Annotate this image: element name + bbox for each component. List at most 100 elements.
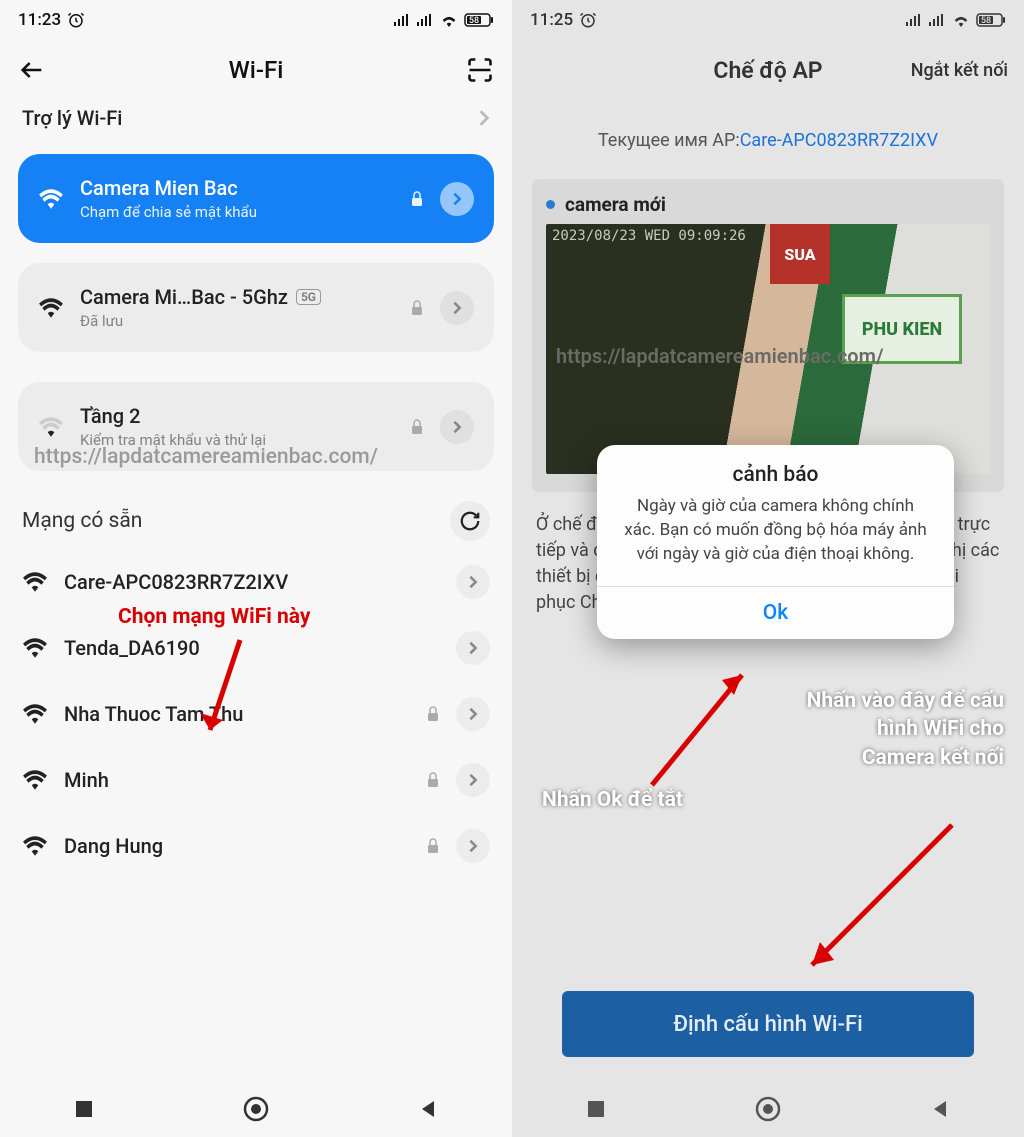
network-details-button[interactable] (440, 182, 474, 216)
network-row[interactable]: Nha Thuoc Tam Thu (0, 681, 512, 747)
wifi-icon (38, 188, 64, 210)
chevron-right-icon (478, 109, 490, 127)
alarm-icon (67, 11, 85, 29)
signal-icon (393, 13, 411, 27)
signal-icon (928, 13, 946, 27)
status-time: 11:25 (530, 10, 573, 30)
nav-back-icon[interactable] (930, 1099, 950, 1119)
annotation-configure-wifi: Nhấn vào đây để cấu hình WiFi cho Camera… (804, 687, 1004, 772)
wifi-icon (22, 571, 48, 593)
camera-name-row: camera mới (546, 193, 990, 216)
wifi-weak-icon (38, 416, 64, 438)
battery-icon: 58 (976, 13, 1006, 27)
watermark-text: https://lapdatcamereamienbac.com/ (34, 445, 378, 469)
network-row[interactable]: Dang Hung (0, 813, 512, 879)
annotation-press-ok: Nhấn Ok để tắt (542, 788, 683, 812)
nav-home-icon[interactable] (755, 1096, 781, 1122)
network-details-button[interactable] (456, 697, 490, 731)
arrow-annotation-icon (195, 635, 255, 745)
current-ap-row: Текущее имя AP:Care-APC0823RR7Z2IXV (512, 100, 1024, 171)
camera-name: camera mới (565, 193, 666, 216)
status-dot-icon (546, 200, 555, 209)
chevron-right-icon (468, 641, 478, 655)
available-networks-header: Mạng có sẵn (0, 481, 512, 549)
chevron-right-icon (468, 773, 478, 787)
wifi-icon (22, 835, 48, 857)
wifi-icon (22, 637, 48, 659)
back-icon[interactable] (18, 56, 46, 84)
lock-icon (426, 772, 440, 788)
saved-network-sub: Đã lưu (80, 312, 394, 330)
preview-sign-red: SUA (770, 224, 830, 284)
network-row[interactable]: Minh (0, 747, 512, 813)
arrow-annotation-icon (642, 660, 762, 790)
disconnect-button[interactable]: Ngắt kết nối (911, 60, 1008, 81)
current-ap-label: Текущее имя AP: (598, 130, 740, 151)
network-details-button[interactable] (456, 631, 490, 665)
network-details-button[interactable] (440, 410, 474, 444)
available-networks-list: Care-APC0823RR7Z2IXVTenda_DA6190Nha Thuo… (0, 549, 512, 879)
signal-icon (416, 13, 434, 27)
configure-wifi-button[interactable]: Định cấu hình Wi-Fi (562, 991, 974, 1057)
connected-network-card[interactable]: Camera Mien Bac Chạm để chia sẻ mật khẩu (18, 154, 494, 243)
wifi-icon (38, 297, 64, 319)
phone-left-wifi: 11:23 58 Wi-Fi Trợ lý Wi-Fi Camera Mien … (0, 0, 512, 1137)
svg-text:58: 58 (469, 16, 479, 26)
annotation-choose-wifi: Chọn mạng WiFi này (118, 605, 310, 629)
wifi-icon (22, 703, 48, 725)
camera-preview: 2023/08/23 WED 09:09:26 SUA PHU KIEN htt… (546, 224, 990, 474)
saved-network-name: Tầng 2 (80, 404, 394, 428)
chevron-right-icon (452, 192, 462, 206)
saved-network-card[interactable]: Camera Mi…Bac - 5Ghz5G Đã lưu (18, 263, 494, 352)
lock-icon (410, 191, 424, 207)
network-details-button[interactable] (456, 565, 490, 599)
network-name: Dang Hung (64, 834, 410, 858)
saved-network-name: Camera Mi…Bac - 5Ghz5G (80, 285, 394, 309)
wifi-assistant-label: Trợ lý Wi-Fi (22, 106, 122, 130)
nav-recent-icon[interactable] (586, 1099, 606, 1119)
refresh-icon (459, 510, 481, 532)
header-bar: Wi-Fi (0, 40, 512, 100)
chevron-right-icon (452, 301, 462, 315)
page-title: Chế độ AP (713, 57, 822, 84)
band-5g-badge: 5G (296, 289, 321, 305)
svg-text:58: 58 (981, 16, 991, 26)
connected-network-name: Camera Mien Bac (80, 176, 394, 200)
chevron-right-icon (468, 575, 478, 589)
warning-dialog: cảnh báo Ngày và giờ của camera không ch… (597, 445, 954, 639)
network-details-button[interactable] (456, 829, 490, 863)
chevron-right-icon (468, 839, 478, 853)
nav-bar (512, 1081, 1024, 1137)
network-details-button[interactable] (456, 763, 490, 797)
wifi-assistant-row[interactable]: Trợ lý Wi-Fi (0, 100, 512, 144)
status-bar: 11:23 58 (0, 0, 512, 40)
signal-icon (905, 13, 923, 27)
network-name: Care-APC0823RR7Z2IXV (64, 570, 440, 594)
wifi-icon (22, 769, 48, 791)
nav-recent-icon[interactable] (74, 1099, 94, 1119)
wifi-icon (951, 13, 971, 27)
chevron-right-icon (468, 707, 478, 721)
lock-icon (410, 419, 424, 435)
page-title: Wi-Fi (46, 56, 466, 84)
refresh-button[interactable] (450, 501, 490, 541)
nav-back-icon[interactable] (418, 1099, 438, 1119)
arrow-annotation-icon (792, 820, 962, 980)
nav-home-icon[interactable] (243, 1096, 269, 1122)
lock-icon (426, 838, 440, 854)
phone-right-ap-mode: 11:25 58 Chế độ AP Ngắt kết nối Текущее … (512, 0, 1024, 1137)
wifi-icon (439, 13, 459, 27)
chevron-right-icon (452, 420, 462, 434)
status-bar: 11:25 58 (512, 0, 1024, 40)
current-ap-name: Care-APC0823RR7Z2IXV (740, 130, 938, 151)
dialog-title: cảnh báo (597, 445, 954, 495)
preview-timestamp: 2023/08/23 WED 09:09:26 (552, 228, 746, 244)
dialog-message: Ngày và giờ của camera không chính xác. … (597, 495, 954, 586)
lock-icon (410, 300, 424, 316)
status-time: 11:23 (18, 10, 61, 30)
dialog-ok-button[interactable]: Ok (597, 587, 954, 639)
connected-network-sub: Chạm để chia sẻ mật khẩu (80, 203, 394, 221)
network-details-button[interactable] (440, 291, 474, 325)
scan-qr-icon[interactable] (466, 56, 494, 84)
battery-icon: 58 (464, 13, 494, 27)
